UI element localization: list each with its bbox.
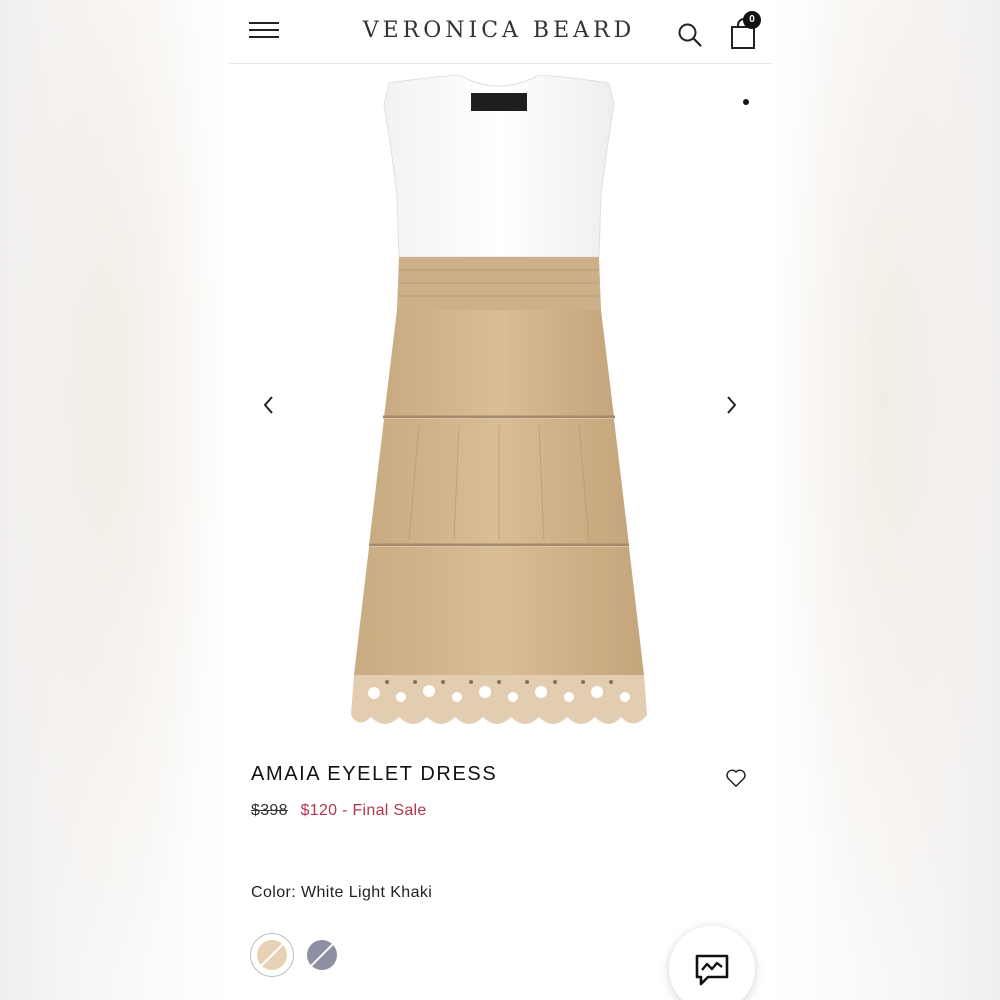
- mobile-page: VERONICA BEARD 0 AMAIA EYELET DRESS $398…: [229, 0, 771, 1000]
- background-left: [0, 0, 229, 1000]
- product-image-gallery[interactable]: [229, 65, 771, 745]
- color-name: White Light Khaki: [300, 884, 433, 901]
- product-image: [351, 75, 647, 724]
- sale-price: $120 - Final Sale: [300, 802, 427, 819]
- color-prefix: Color:: [251, 884, 297, 901]
- carousel-dot-indicator[interactable]: [743, 99, 749, 105]
- color-label: Color: White Light Khaki: [251, 884, 432, 902]
- heart-icon[interactable]: [725, 767, 747, 789]
- background-right: [771, 0, 1000, 1000]
- shopping-bag-icon[interactable]: 0: [729, 11, 761, 51]
- chat-icon: [695, 954, 729, 986]
- chevron-right-icon[interactable]: [719, 393, 743, 417]
- search-icon[interactable]: [677, 22, 703, 48]
- brand-logo[interactable]: VERONICA BEARD: [349, 18, 649, 43]
- hamburger-menu-icon[interactable]: [249, 22, 279, 40]
- original-price: $398: [251, 802, 288, 819]
- cart-count-badge: 0: [743, 11, 761, 29]
- color-swatch-gray[interactable]: [307, 940, 337, 970]
- product-title: AMAIA EYELET DRESS: [251, 763, 498, 785]
- site-header: VERONICA BEARD 0: [229, 0, 771, 64]
- chevron-left-icon[interactable]: [257, 393, 281, 417]
- chat-button[interactable]: [669, 926, 755, 1000]
- color-swatch-white-light-khaki[interactable]: [257, 940, 287, 970]
- price-row: $398 $120 - Final Sale: [251, 802, 427, 820]
